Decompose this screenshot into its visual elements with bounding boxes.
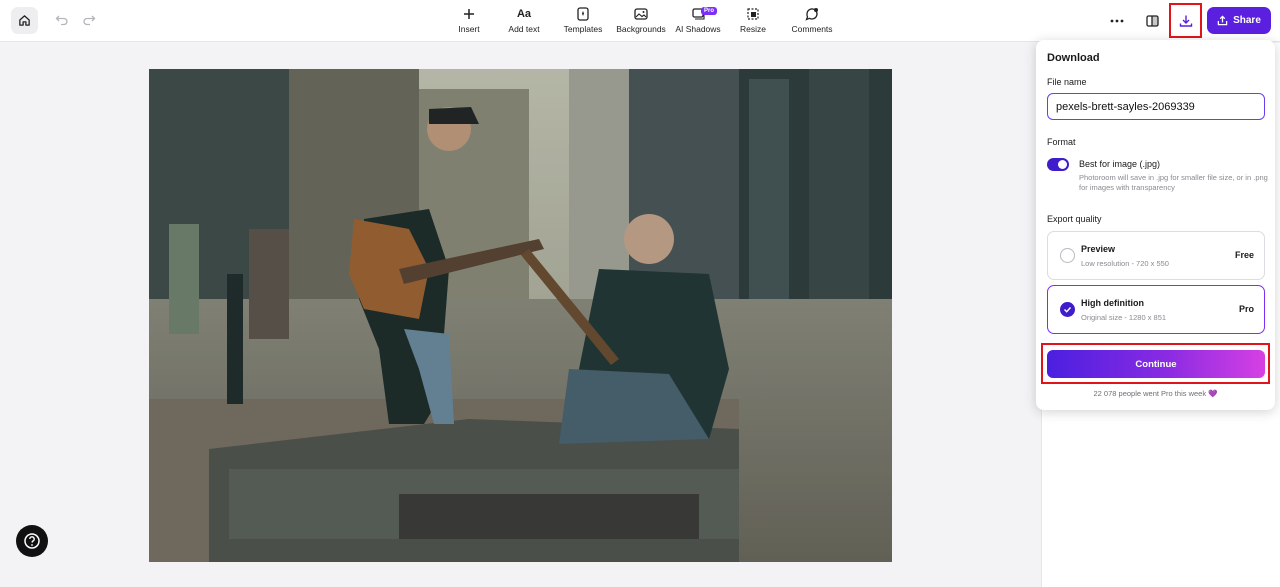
tool-add-text[interactable]: Aa Add text xyxy=(506,6,542,36)
file-name-label: File name xyxy=(1047,77,1087,87)
home-icon xyxy=(19,15,30,26)
option-description: Low resolution - 720 x 550 xyxy=(1081,259,1169,268)
option-name: Preview xyxy=(1081,244,1116,254)
tool-label: Add text xyxy=(508,24,540,34)
option-description: Original size - 1280 x 851 xyxy=(1081,313,1167,322)
tool-label: Templates xyxy=(563,24,603,34)
tool-label: AI Shadows xyxy=(675,24,721,34)
tool-backgrounds[interactable]: Backgrounds xyxy=(615,6,667,36)
tool-label: Comments xyxy=(791,24,833,34)
share-label: Share xyxy=(1233,15,1261,26)
download-button[interactable] xyxy=(1169,3,1202,38)
tool-comments[interactable]: Comments xyxy=(791,6,833,36)
format-title: Best for image (.jpg) xyxy=(1079,159,1161,169)
undo-icon xyxy=(55,15,68,26)
top-toolbar: Insert Aa Add text Templates Backgrounds… xyxy=(0,0,1280,42)
tool-resize[interactable]: Resize xyxy=(738,6,768,36)
redo-button[interactable] xyxy=(80,11,98,29)
tool-label: Resize xyxy=(740,24,766,34)
option-tag: Free xyxy=(1234,250,1254,260)
plus-icon xyxy=(464,9,474,19)
undo-button[interactable] xyxy=(53,11,71,29)
templates-icon xyxy=(577,7,589,21)
file-name-input[interactable] xyxy=(1047,93,1265,120)
canvas-photo[interactable] xyxy=(149,69,892,562)
radio-checked-icon xyxy=(1060,302,1075,317)
more-options-button[interactable] xyxy=(1107,11,1127,31)
tool-label: Backgrounds xyxy=(616,24,666,34)
redo-icon xyxy=(83,15,96,26)
option-name: High definition xyxy=(1081,298,1144,308)
tool-ai-shadows[interactable]: Pro AI Shadows xyxy=(675,6,721,36)
continue-button[interactable]: Continue xyxy=(1047,350,1265,378)
help-button[interactable] xyxy=(16,525,48,557)
text-icon: Aa xyxy=(516,8,532,20)
comments-icon xyxy=(805,8,818,21)
option-tag: Pro xyxy=(1238,304,1254,314)
toggle-panel-button[interactable] xyxy=(1142,11,1162,31)
export-quality-label: Export quality xyxy=(1047,214,1102,224)
pro-badge: Pro xyxy=(701,7,718,15)
resize-icon xyxy=(747,8,759,20)
download-icon xyxy=(1179,15,1192,27)
download-title: Download xyxy=(1047,52,1100,64)
more-icon xyxy=(1110,19,1124,23)
format-label: Format xyxy=(1047,137,1076,147)
tool-label: Insert xyxy=(458,24,480,34)
quality-option-high-definition[interactable]: High definition Original size - 1280 x 8… xyxy=(1047,285,1265,334)
quality-option-preview[interactable]: Preview Low resolution - 720 x 550 Free xyxy=(1047,231,1265,280)
tool-templates[interactable]: Templates xyxy=(562,6,604,36)
radio-unselected-icon xyxy=(1060,248,1075,263)
format-toggle[interactable] xyxy=(1047,158,1069,171)
toggle-knob xyxy=(1058,160,1067,169)
tool-insert[interactable]: Insert xyxy=(455,6,483,36)
backgrounds-icon xyxy=(634,8,648,20)
help-icon xyxy=(24,533,40,549)
sidebar-panel-icon xyxy=(1145,15,1159,27)
home-button[interactable] xyxy=(11,7,38,34)
share-icon xyxy=(1217,15,1228,26)
pro-count-text: 22 078 people went Pro this week 💜 xyxy=(1093,389,1218,398)
share-button[interactable]: Share xyxy=(1207,7,1271,34)
format-description: Photoroom will save in .jpg for smaller … xyxy=(1079,173,1268,192)
street-musicians-image xyxy=(149,69,892,562)
